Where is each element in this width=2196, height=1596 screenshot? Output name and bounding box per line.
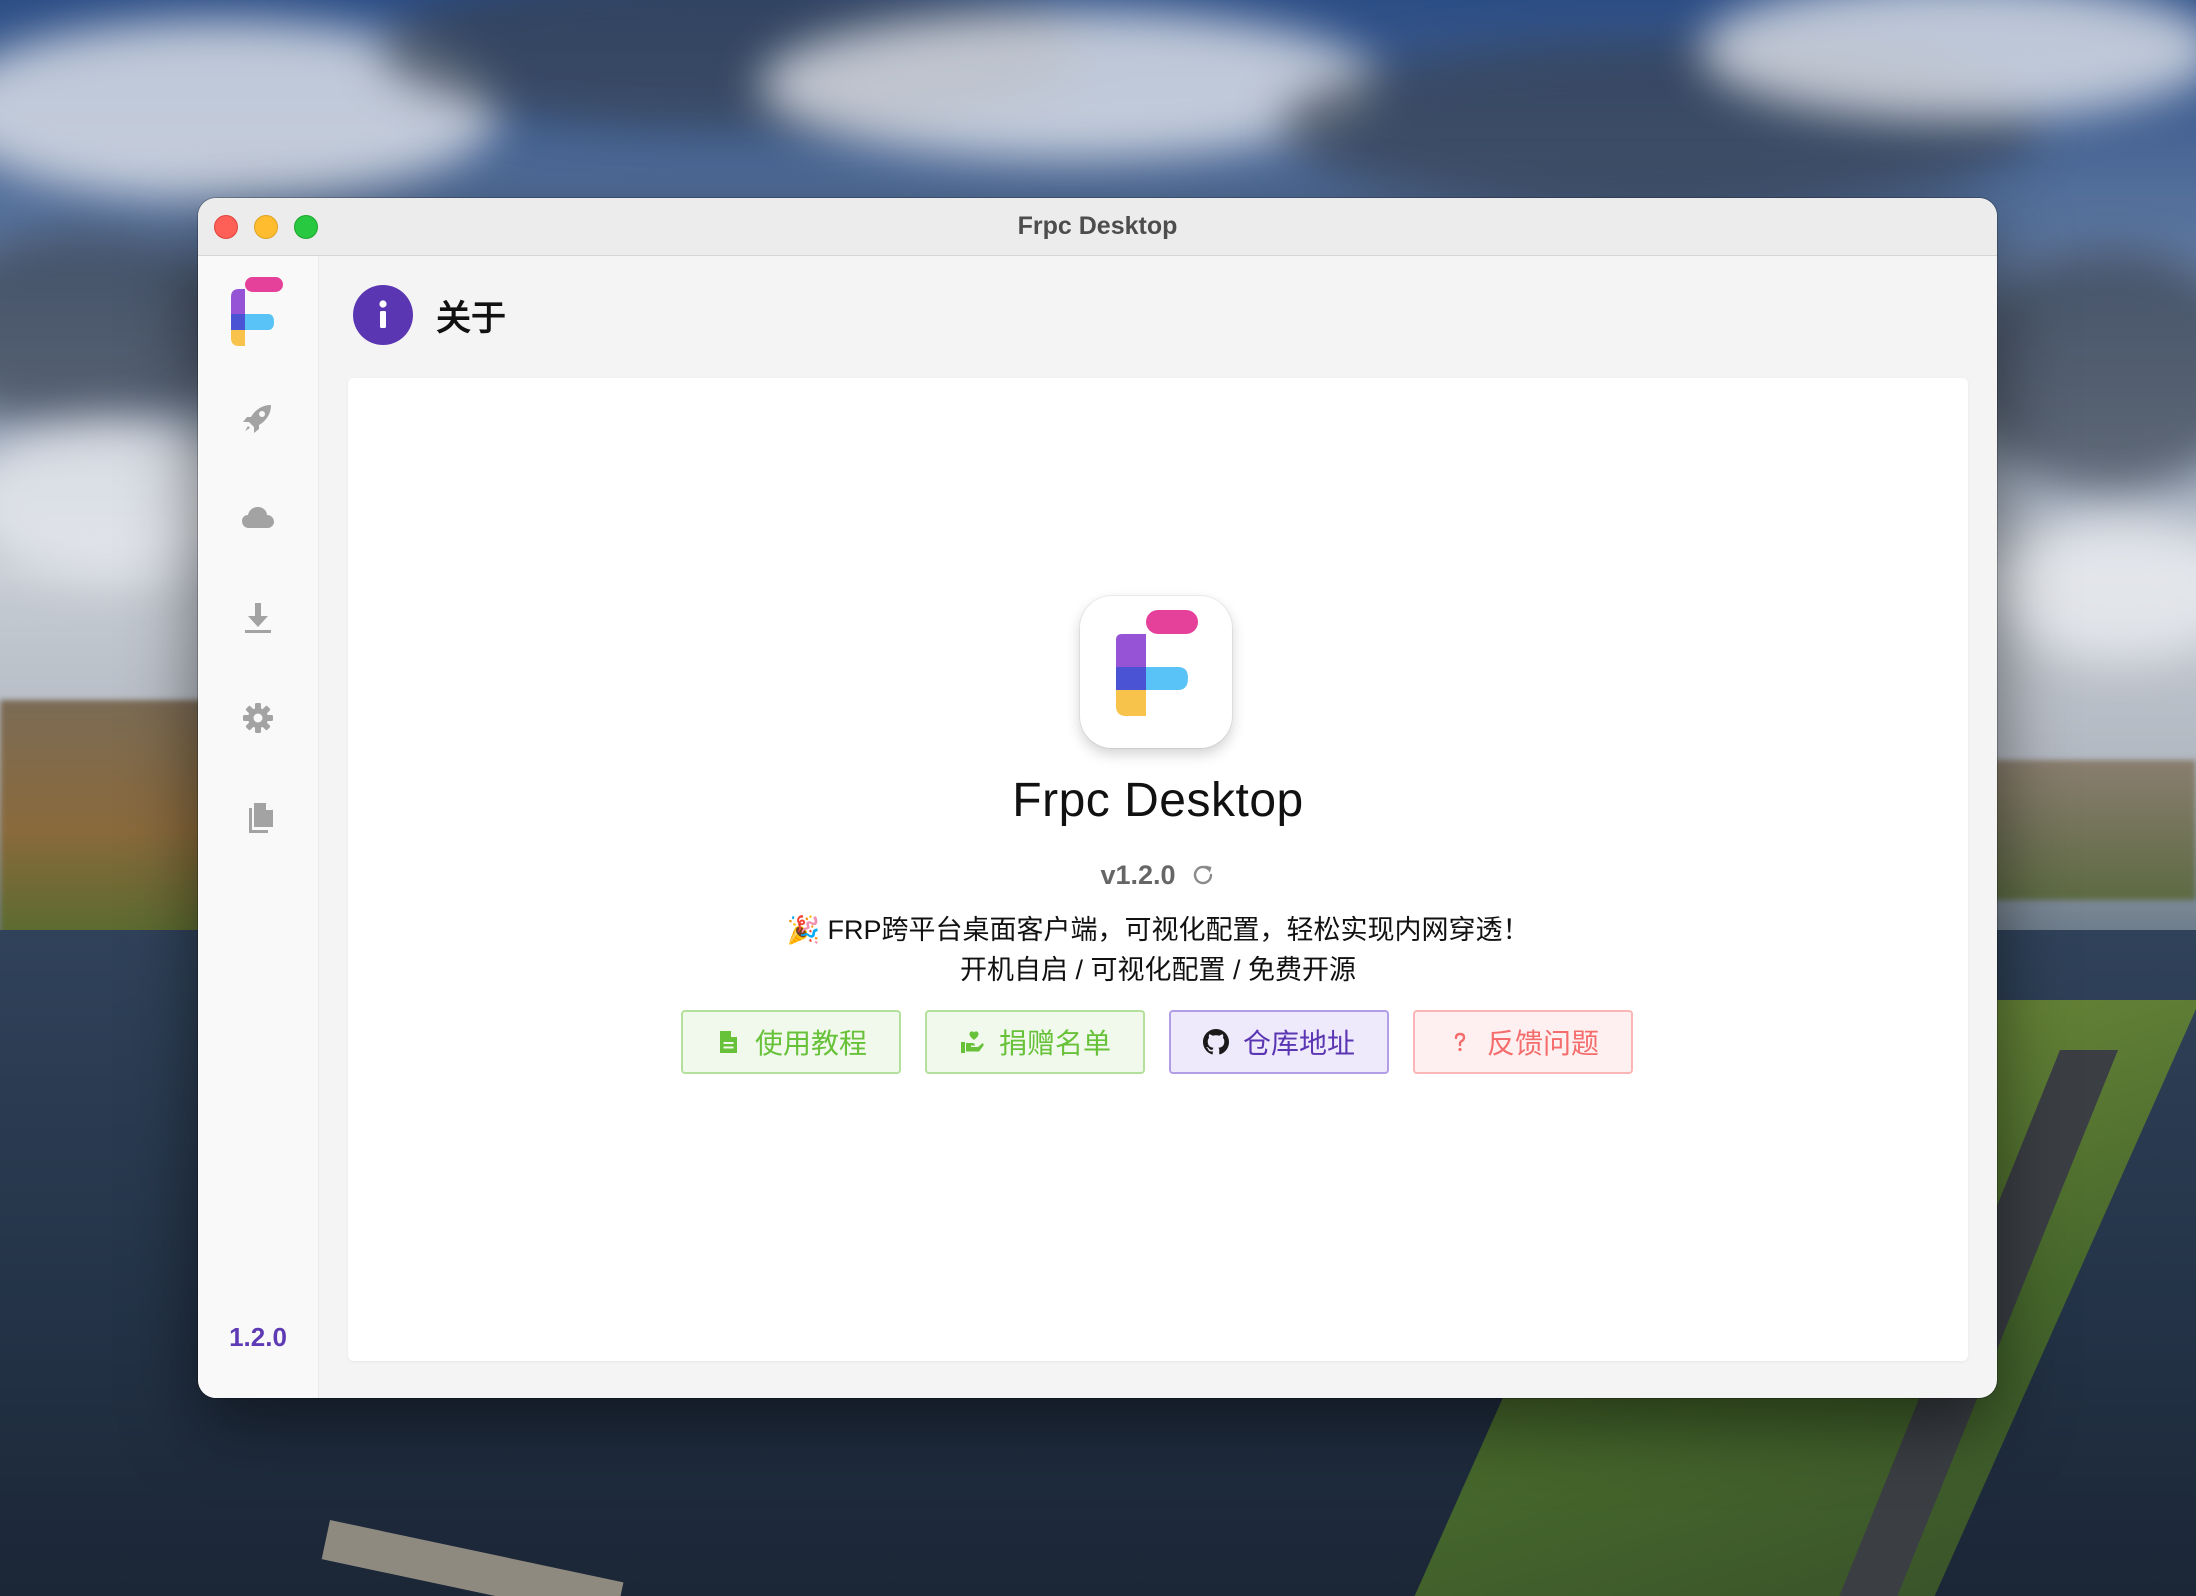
about-card: Frpc Desktop v1.2.0 🎉 FRP跨平台桌面客户端，可视化配置，… [348,378,1968,1361]
title-bar[interactable]: Frpc Desktop [198,198,1997,256]
app-version: v1.2.0 [1100,859,1176,890]
app-logo-icon [230,276,284,348]
tutorial-button[interactable]: 使用教程 [681,1010,901,1074]
rocket-icon [240,400,276,436]
donors-button-label: 捐赠名单 [998,1028,1111,1059]
github-icon [1202,1029,1229,1055]
sidebar-version: 1.2.0 [229,1322,287,1352]
donate-icon [959,1029,985,1055]
repository-button[interactable]: 仓库地址 [1169,1010,1389,1074]
refresh-icon[interactable] [1190,862,1216,888]
app-window: Frpc Desktop 1.2.0 关于 Frpc Desktop v1.2.… [198,198,1997,1398]
sidebar-item-rocket[interactable] [238,398,278,438]
document-icon [240,800,276,836]
page-title: 关于 [436,298,507,338]
donors-button[interactable]: 捐赠名单 [925,1010,1145,1074]
repository-button-label: 仓库地址 [1242,1028,1355,1059]
app-name: Frpc Desktop [1012,774,1304,827]
window-title: Frpc Desktop [1017,212,1178,240]
info-icon [353,285,413,345]
app-icon [1080,596,1232,748]
action-buttons: 使用教程 捐赠名单 仓库地址 反馈问题 [681,1010,1637,1076]
app-features: 开机自启 / 可视化配置 / 免费开源 [959,955,1356,985]
question-icon [1447,1029,1473,1055]
app-description: 🎉 FRP跨平台桌面客户端，可视化配置，轻松实现内网穿透！ [786,915,1530,945]
sidebar-item-cloud[interactable] [238,498,278,538]
page-header: 关于 [353,285,506,345]
sidebar-item-download[interactable] [238,598,278,638]
cloud-icon [240,500,276,536]
document-icon [715,1029,741,1055]
version-row: v1.2.0 [348,855,1968,895]
tutorial-button-label: 使用教程 [754,1028,867,1059]
sidebar: 1.2.0 [198,256,319,1398]
sidebar-item-logs[interactable] [238,798,278,838]
feedback-button-label: 反馈问题 [1486,1028,1599,1059]
gear-icon [240,700,276,736]
feedback-button[interactable]: 反馈问题 [1413,1010,1633,1074]
download-icon [240,600,276,636]
sidebar-item-settings[interactable] [238,698,278,738]
